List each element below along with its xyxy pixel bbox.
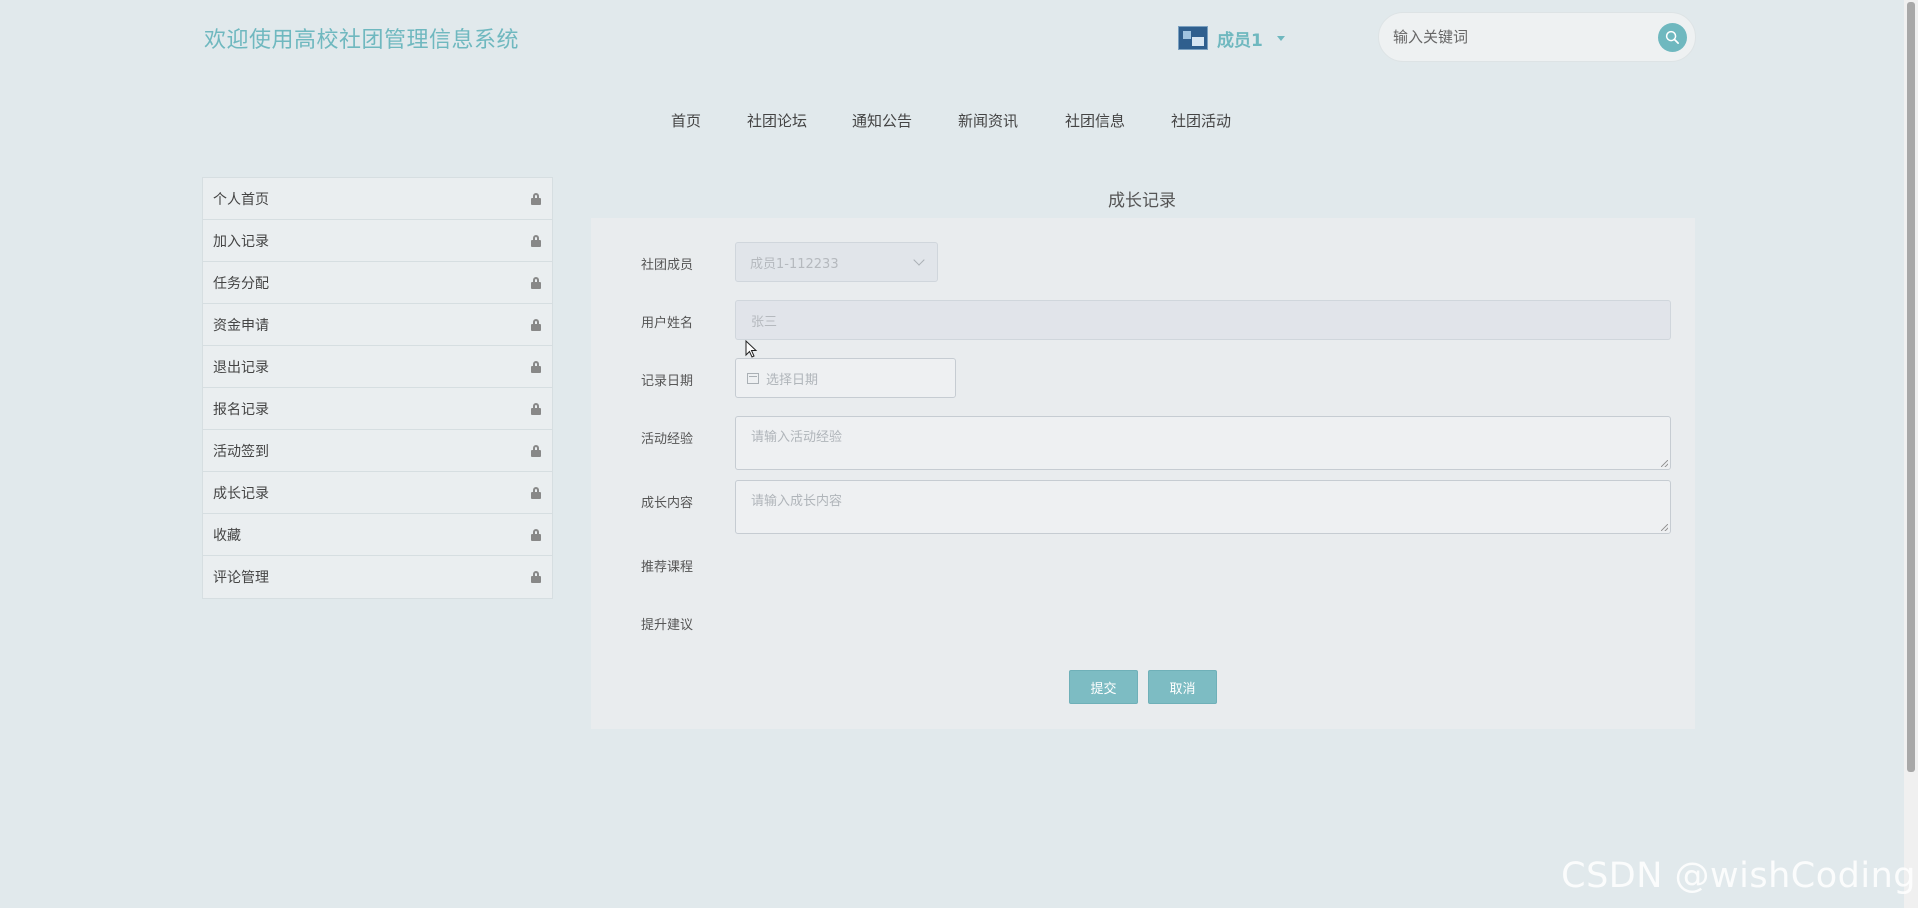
sidebar-item-label: 评论管理 <box>213 570 269 586</box>
lock-icon <box>531 276 541 289</box>
sidebar-item-label: 任务分配 <box>213 275 269 292</box>
avatar <box>1178 26 1208 50</box>
site-title: 欢迎使用高校社团管理信息系统 <box>204 28 520 53</box>
lock-icon <box>531 486 541 499</box>
sidebar-item-growth-records[interactable]: 成长记录 <box>203 472 552 514</box>
resize-handle[interactable] <box>1661 460 1668 467</box>
lock-icon <box>531 444 541 457</box>
nav-home[interactable]: 首页 <box>671 110 701 131</box>
mouse-cursor-icon <box>745 340 758 358</box>
sidebar-item-label: 收藏 <box>213 527 241 544</box>
nav-club-activity[interactable]: 社团活动 <box>1171 110 1231 131</box>
experience-placeholder: 请输入活动经验 <box>751 430 843 445</box>
scrollbar[interactable] <box>1904 0 1918 908</box>
user-menu[interactable]: 成员1 <box>1178 24 1285 52</box>
cancel-button[interactable]: 取消 <box>1148 670 1217 704</box>
lock-icon <box>531 318 541 331</box>
sidebar-item-label: 退出记录 <box>213 359 269 376</box>
course-label: 推荐课程 <box>641 560 694 575</box>
sidebar-item-task-assignment[interactable]: 任务分配 <box>203 262 552 304</box>
chevron-down-icon <box>1276 35 1285 41</box>
calendar-icon <box>747 372 759 384</box>
sidebar-item-exit-records[interactable]: 退出记录 <box>203 346 552 388</box>
username-field: 张三 <box>735 300 1671 340</box>
search-icon <box>1665 30 1679 44</box>
sidebar-item-label: 个人首页 <box>213 191 269 208</box>
experience-textarea[interactable]: 请输入活动经验 <box>735 416 1671 470</box>
page-title: 成长记录 <box>1108 191 1176 211</box>
experience-label: 活动经验 <box>641 432 694 447</box>
date-label: 记录日期 <box>641 374 694 389</box>
username-label: 用户姓名 <box>641 316 694 331</box>
nav-news[interactable]: 新闻资讯 <box>958 110 1018 131</box>
search-box <box>1378 12 1696 62</box>
nav-club-info[interactable]: 社团信息 <box>1065 110 1125 131</box>
user-name: 成员1 <box>1217 30 1263 51</box>
lock-icon <box>531 528 541 541</box>
form-panel <box>591 218 1695 729</box>
sidebar-item-comment-management[interactable]: 评论管理 <box>203 556 552 598</box>
sidebar-item-join-records[interactable]: 加入记录 <box>203 220 552 262</box>
search-button[interactable] <box>1658 23 1687 52</box>
lock-icon <box>531 402 541 415</box>
sidebar-item-label: 加入记录 <box>213 233 269 250</box>
content-label: 成长内容 <box>641 496 694 511</box>
main-nav: 首页 社团论坛 通知公告 新闻资讯 社团信息 社团活动 <box>0 110 1918 136</box>
member-select-value: 成员1-112233 <box>750 256 839 272</box>
sidebar-item-label: 报名记录 <box>213 401 269 418</box>
date-placeholder: 选择日期 <box>766 372 819 388</box>
submit-button[interactable]: 提交 <box>1069 670 1138 704</box>
lock-icon <box>531 192 541 205</box>
date-picker[interactable]: 选择日期 <box>735 358 956 398</box>
advice-label: 提升建议 <box>641 618 694 633</box>
sidebar-item-label: 活动签到 <box>213 443 269 460</box>
sidebar-item-label: 成长记录 <box>213 485 269 502</box>
nav-notice[interactable]: 通知公告 <box>852 110 912 131</box>
sidebar-item-signup-records[interactable]: 报名记录 <box>203 388 552 430</box>
content-placeholder: 请输入成长内容 <box>751 494 843 509</box>
resize-handle[interactable] <box>1661 524 1668 531</box>
content-textarea[interactable]: 请输入成长内容 <box>735 480 1671 534</box>
lock-icon <box>531 234 541 247</box>
watermark: CSDN @wishCoding <box>1561 856 1916 896</box>
sidebar-item-favorites[interactable]: 收藏 <box>203 514 552 556</box>
sidebar-item-personal-home[interactable]: 个人首页 <box>203 178 552 220</box>
lock-icon <box>531 571 541 583</box>
sidebar-item-checkin[interactable]: 活动签到 <box>203 430 552 472</box>
member-label: 社团成员 <box>641 258 694 273</box>
scrollbar-thumb[interactable] <box>1907 2 1915 772</box>
search-input[interactable] <box>1393 28 1643 46</box>
sidebar: 个人首页 加入记录 任务分配 资金申请 退出记录 报名记录 活动签到 成长记录 … <box>202 177 553 599</box>
member-select: 成员1-112233 <box>735 242 938 282</box>
nav-forum[interactable]: 社团论坛 <box>747 110 807 131</box>
sidebar-item-fund-application[interactable]: 资金申请 <box>203 304 552 346</box>
chevron-down-icon <box>913 254 925 266</box>
lock-icon <box>531 360 541 373</box>
username-value: 张三 <box>751 314 778 330</box>
sidebar-item-label: 资金申请 <box>213 317 269 334</box>
